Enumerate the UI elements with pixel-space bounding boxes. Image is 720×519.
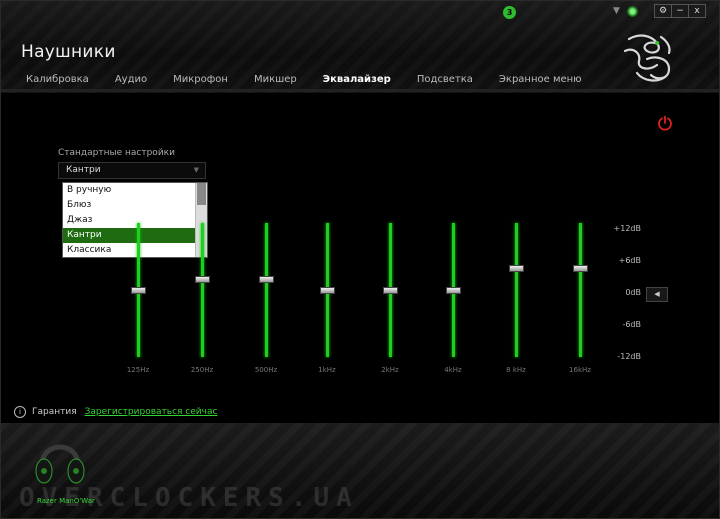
preset-dropdown[interactable]: Кантри ▼ [58, 162, 206, 179]
eq-slider-track[interactable] [265, 223, 268, 357]
headset-icon[interactable] [34, 431, 86, 493]
preset-option-selected[interactable]: Кантри [63, 228, 196, 243]
razer-logo-icon [623, 34, 671, 82]
db-scale-label: +12dB [613, 224, 641, 233]
info-icon: i [14, 406, 26, 418]
eq-slider-handle[interactable] [446, 287, 461, 294]
eq-slider-handle[interactable] [320, 287, 335, 294]
preset-option[interactable]: Блюз [63, 198, 196, 213]
eq-slider-track[interactable] [201, 223, 204, 357]
synapse-window: 3 ▼ ⚙ − x Наушники Калибровка Аудио Микр… [0, 0, 720, 519]
eq-band-label: 250Hz [190, 366, 214, 374]
tray-dropdown-icon[interactable]: ▼ [613, 6, 620, 16]
eq-slider-track[interactable] [515, 223, 518, 357]
header: 3 ▼ ⚙ − x Наушники Калибровка Аудио Микр… [1, 1, 719, 93]
minimize-button[interactable]: − [671, 4, 689, 18]
tab-underline [1, 89, 719, 92]
register-link[interactable]: Зарегистрироваться сейчас [85, 407, 218, 417]
eq-band-label: 2kHz [381, 366, 399, 374]
tab-microphone[interactable]: Микрофон [160, 71, 241, 89]
tab-bar: Калибровка Аудио Микрофон Микшер Эквалай… [13, 71, 595, 89]
warranty-label: Гарантия [32, 407, 77, 417]
db-scale-label: 0dB [625, 288, 641, 297]
close-button[interactable]: x [688, 4, 706, 18]
db-scale-label: -6dB [622, 320, 641, 329]
notification-badge[interactable]: 3 [503, 6, 516, 19]
scrollbar-thumb[interactable] [197, 183, 206, 205]
preset-option[interactable]: В ручную [63, 183, 196, 198]
preset-option[interactable]: Джаз [63, 213, 196, 228]
preset-label: Стандартные настройки [58, 148, 175, 158]
tab-audio[interactable]: Аудио [102, 71, 160, 89]
db-scale-label: -12dB [617, 352, 641, 361]
eq-band-label: 125Hz [126, 366, 150, 374]
warranty-row: i Гарантия Зарегистрироваться сейчас [14, 406, 217, 418]
eq-band-label: 8 kHz [506, 366, 526, 374]
eq-slider-handle[interactable] [573, 264, 588, 272]
eq-band-label: 1kHz [318, 366, 336, 374]
db-scale-label: +6dB [618, 256, 641, 265]
device-name: Razer ManO'War [37, 497, 95, 505]
power-icon[interactable] [657, 115, 673, 131]
eq-slider-handle[interactable] [509, 264, 524, 272]
preset-options-list[interactable]: В ручную Блюз Джаз Кантри Классика [62, 182, 208, 258]
eq-band-label: 16kHz [569, 366, 591, 374]
eq-slider-handle[interactable] [131, 287, 146, 294]
tab-osd[interactable]: Экранное меню [486, 71, 595, 89]
eq-slider-track[interactable] [579, 223, 582, 357]
eq-slider-handle[interactable] [259, 275, 274, 283]
tab-lighting[interactable]: Подсветка [404, 71, 486, 89]
tab-mixer[interactable]: Микшер [241, 71, 310, 89]
settings-button[interactable]: ⚙ [654, 4, 672, 18]
eq-band-label: 500Hz [254, 366, 278, 374]
eq-slider-handle[interactable] [195, 275, 210, 283]
eq-slider-handle[interactable] [383, 287, 398, 294]
collapse-arrow-button[interactable]: ◀ [646, 287, 668, 302]
preset-selected-value: Кантри [66, 165, 101, 175]
preset-option[interactable]: Классика [63, 243, 196, 258]
chevron-down-icon: ▼ [193, 166, 199, 174]
tab-equalizer[interactable]: Эквалайзер [310, 71, 404, 89]
eq-band-label: 4kHz [444, 366, 462, 374]
page-title: Наушники [21, 42, 116, 62]
status-icon[interactable] [627, 6, 638, 17]
tab-calibration[interactable]: Калибровка [13, 71, 102, 89]
